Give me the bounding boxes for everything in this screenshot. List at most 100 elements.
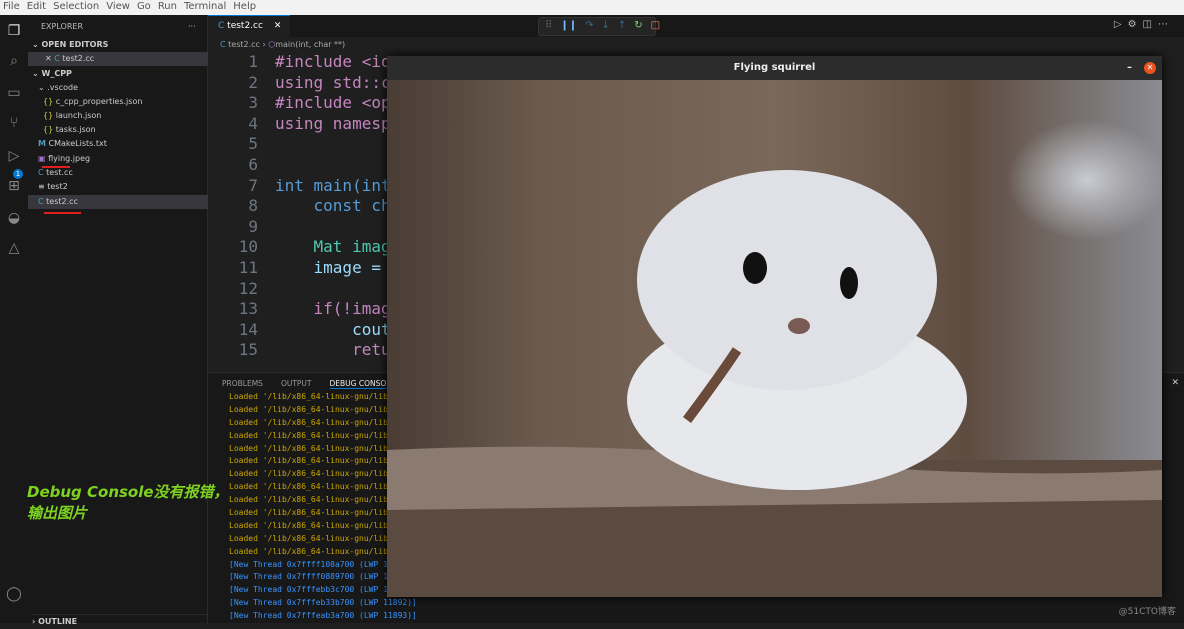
run-icon[interactable]: ▷ bbox=[1114, 19, 1128, 30]
docker-icon[interactable]: ◒ bbox=[6, 210, 22, 226]
tree-item-test2-cc[interactable]: C test2.cc bbox=[28, 195, 208, 209]
breadcrumb-file[interactable]: test2.cc bbox=[228, 40, 260, 49]
window-title: Flying squirrel bbox=[733, 62, 816, 73]
menu-selection[interactable]: Selection bbox=[50, 0, 103, 15]
line-number: 14 bbox=[238, 319, 258, 339]
line-number: 10 bbox=[238, 237, 258, 257]
open-editors-header[interactable]: ⌄ OPEN EDITORS bbox=[32, 38, 212, 52]
activity-bar: ❐ ⌕ ▭ ⑂ ▷ 1 ⊞ ◒ △ ◯ bbox=[0, 15, 28, 623]
cpp-file-icon: C bbox=[54, 54, 60, 63]
flying-squirrel-image bbox=[387, 80, 1162, 597]
menu-view[interactable]: View bbox=[103, 0, 134, 15]
stop-icon[interactable]: □ bbox=[651, 20, 660, 33]
tree-label: CMakeLists.txt bbox=[48, 139, 107, 148]
tree-label: test2.cc bbox=[46, 197, 78, 206]
debug-toolbar: ⠿ ❙❙ ↷ ↓ ↑ ↻ □ bbox=[538, 17, 660, 36]
annotation-line: Debug Console没有报错， bbox=[27, 483, 229, 501]
remote-explorer-icon[interactable]: ▭ bbox=[6, 85, 22, 101]
minimize-button[interactable]: – bbox=[1127, 56, 1132, 80]
tree-item-vscode[interactable]: ⌄ .vscode bbox=[28, 81, 208, 95]
annotation-text: Debug Console没有报错， 输出图片 bbox=[27, 482, 229, 524]
close-window-button[interactable]: ✕ bbox=[1144, 62, 1156, 74]
more-icon[interactable]: ⋯ bbox=[1158, 19, 1174, 30]
cmake-icon[interactable]: △ bbox=[6, 240, 22, 256]
tree-label: .vscode bbox=[47, 83, 78, 92]
line-number: 1 bbox=[248, 52, 258, 71]
menu-edit[interactable]: Edit bbox=[24, 0, 50, 15]
folder-header[interactable]: ⌄ W_CPP bbox=[32, 67, 212, 81]
image-window: Flying squirrel – ✕ bbox=[387, 56, 1162, 597]
line-number: 8 bbox=[248, 196, 258, 216]
tree-item-cmakelists[interactable]: M CMakeLists.txt bbox=[28, 137, 208, 151]
tree-label: flying.jpeg bbox=[48, 154, 91, 163]
cpp-file-icon: C bbox=[38, 168, 44, 177]
cmake-file-icon: M bbox=[38, 139, 46, 148]
gear-icon[interactable]: ⚙ bbox=[1128, 19, 1143, 30]
drag-handle-icon[interactable]: ⠿ bbox=[545, 20, 552, 33]
explorer-sidebar: EXPLORER ··· ⌄ OPEN EDITORS ✕ C test2.cc… bbox=[28, 15, 212, 626]
tree-item-test-cc[interactable]: C test.cc bbox=[28, 166, 208, 180]
line-number: 13 bbox=[238, 299, 258, 319]
tree-item-flying-jpeg[interactable]: ▣ flying.jpeg bbox=[28, 152, 208, 166]
extensions-icon[interactable]: ⊞ bbox=[6, 178, 22, 194]
squirrel-nose bbox=[788, 318, 810, 334]
menu-terminal[interactable]: Terminal bbox=[181, 0, 230, 15]
close-tab-icon[interactable]: ✕ bbox=[274, 21, 282, 31]
menu-run[interactable]: Run bbox=[155, 0, 181, 15]
tab-output[interactable]: OUTPUT bbox=[281, 379, 312, 389]
split-editor-icon[interactable]: ◫ bbox=[1143, 19, 1158, 30]
line-number: 3 bbox=[248, 93, 258, 113]
code-line: #include <io bbox=[275, 52, 391, 71]
breadcrumb-symbol[interactable]: main(int, char **) bbox=[275, 40, 345, 49]
annotation-line: 输出图片 bbox=[27, 504, 88, 522]
line-number: 12 bbox=[238, 278, 258, 298]
pause-icon[interactable]: ❙❙ bbox=[560, 20, 577, 33]
line-number: 9 bbox=[248, 216, 258, 236]
open-editor-item[interactable]: ✕ C test2.cc bbox=[28, 52, 208, 66]
tree-item-launch[interactable]: {} launch.json bbox=[28, 109, 208, 123]
source-control-icon[interactable]: ⑂ bbox=[6, 115, 22, 131]
run-debug-icon[interactable]: ▷ bbox=[6, 148, 22, 164]
menu-help[interactable]: Help bbox=[230, 0, 260, 15]
close-icon[interactable]: ✕ bbox=[45, 54, 52, 63]
json-icon: {} bbox=[43, 111, 54, 120]
squirrel-eye bbox=[743, 252, 767, 284]
editor-actions[interactable]: ▷⚙◫⋯ bbox=[1114, 19, 1174, 30]
tree-item-test2[interactable]: ≡ test2 bbox=[28, 180, 208, 194]
close-panel-icon[interactable]: ✕ bbox=[1171, 378, 1179, 388]
json-icon: {} bbox=[43, 97, 54, 106]
line-number: 11 bbox=[238, 258, 258, 277]
tab-test2-cc[interactable]: C test2.cc ✕ bbox=[208, 15, 290, 37]
outline-header[interactable]: › OUTLINE bbox=[32, 614, 212, 628]
tab-debug-console[interactable]: DEBUG CONSOLE bbox=[329, 379, 396, 389]
menu-file[interactable]: File bbox=[0, 0, 24, 15]
image-window-titlebar[interactable]: Flying squirrel – ✕ bbox=[387, 56, 1162, 80]
open-editor-label: test2.cc bbox=[62, 54, 95, 63]
explorer-icon[interactable]: ❐ bbox=[6, 23, 22, 39]
search-icon[interactable]: ⌕ bbox=[6, 53, 22, 69]
cpp-file-icon: C bbox=[38, 197, 44, 206]
step-into-icon[interactable]: ↓ bbox=[601, 20, 609, 33]
step-over-icon[interactable]: ↷ bbox=[585, 20, 593, 33]
code-line: using std::c bbox=[275, 72, 391, 92]
restart-icon[interactable]: ↻ bbox=[634, 20, 642, 33]
tree-item-c-cpp-properties[interactable]: {} c_cpp_properties.json bbox=[28, 95, 208, 109]
squirrel-head bbox=[637, 170, 937, 390]
code-line: const ch bbox=[275, 196, 391, 216]
tree-label: c_cpp_properties.json bbox=[55, 97, 143, 106]
line-number: 5 bbox=[248, 134, 258, 154]
step-out-icon[interactable]: ↑ bbox=[618, 20, 626, 33]
more-actions-icon[interactable]: ··· bbox=[188, 20, 208, 34]
tab-problems[interactable]: PROBLEMS bbox=[222, 379, 263, 389]
line-number: 15 bbox=[238, 340, 258, 360]
code-line: retu bbox=[275, 340, 391, 360]
menu-go[interactable]: Go bbox=[134, 0, 155, 15]
tab-label: test2.cc bbox=[227, 21, 263, 31]
binary-file-icon: ≡ bbox=[38, 182, 45, 191]
menu-bar: File Edit Selection View Go Run Terminal… bbox=[0, 0, 1184, 15]
tree-item-tasks[interactable]: {} tasks.json bbox=[28, 123, 208, 137]
account-icon[interactable]: ◯ bbox=[6, 586, 22, 602]
folder-label: W_CPP bbox=[41, 69, 72, 78]
tree-label: tasks.json bbox=[55, 125, 96, 134]
console-line: [New Thread 0x7fffeb33b700 (LWP 11892)] bbox=[229, 598, 417, 608]
